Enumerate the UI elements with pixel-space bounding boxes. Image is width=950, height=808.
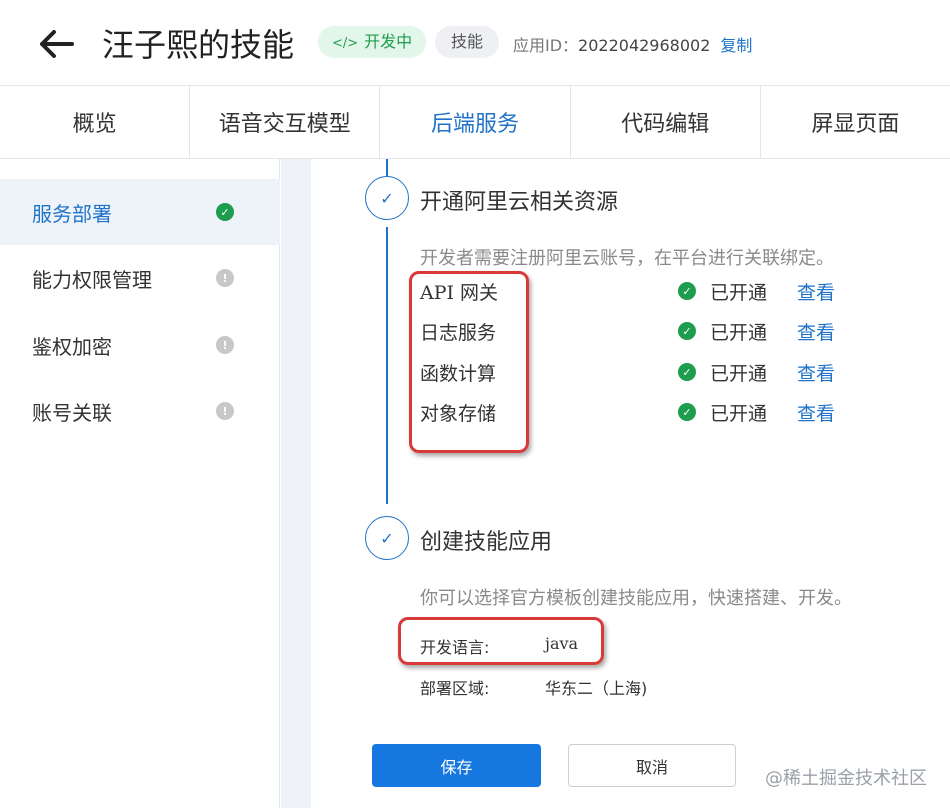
resource-status: 已开通	[710, 322, 768, 344]
view-link[interactable]: 查看	[797, 399, 835, 426]
main-tabs: 概览 语音交互模型 后端服务 代码编辑 屏显页面	[0, 86, 950, 159]
sidebar-item-auth-encryption[interactable]: 鉴权加密 !	[0, 312, 280, 378]
resource-status: 已开通	[710, 363, 768, 385]
view-link[interactable]: 查看	[797, 278, 835, 305]
check-circle-icon: ✓	[678, 363, 696, 381]
status-badge: </> 开发中	[318, 26, 427, 58]
exclamation-circle-icon: !	[216, 269, 234, 287]
copy-link[interactable]: 复制	[720, 36, 752, 55]
exclamation-circle-icon: !	[216, 336, 234, 354]
sidebar: 服务部署 ✓ 能力权限管理 ! 鉴权加密 ! 账号关联 !	[0, 159, 280, 808]
app-id-label: 应用ID：	[513, 36, 579, 55]
sidebar-item-permissions[interactable]: 能力权限管理 !	[0, 245, 280, 311]
save-button[interactable]: 保存	[372, 744, 541, 787]
timeline-connector	[386, 159, 388, 177]
sidebar-item-label: 服务部署	[32, 201, 112, 226]
step-title: 开通阿里云相关资源	[420, 190, 619, 215]
sidebar-item-service-deploy[interactable]: 服务部署 ✓	[0, 179, 280, 245]
view-link[interactable]: 查看	[797, 359, 835, 386]
tab-backend-service[interactable]: 后端服务	[380, 86, 571, 158]
tab-overview[interactable]: 概览	[0, 86, 191, 158]
cancel-button[interactable]: 取消	[568, 744, 736, 787]
app-id: 应用ID：2022042968002 复制	[513, 32, 752, 56]
exclamation-circle-icon: !	[216, 402, 234, 420]
page-title: 汪子熙的技能	[102, 26, 295, 64]
sidebar-item-label: 鉴权加密	[32, 334, 112, 359]
code-icon: </>	[332, 36, 359, 51]
check-circle-icon: ✓	[678, 322, 696, 340]
check-circle-icon: ✓	[678, 403, 696, 421]
step-description: 你可以选择官方模板创建技能应用，快速搭建、开发。	[420, 588, 852, 609]
tab-screen-pages[interactable]: 屏显页面	[760, 86, 950, 158]
step-check-icon: ✓	[365, 176, 409, 220]
step-check-icon: ✓	[365, 516, 409, 560]
step-description: 开发者需要注册阿里云账号，在平台进行关联绑定。	[420, 248, 834, 269]
content-gutter	[281, 159, 311, 808]
tab-voice-model[interactable]: 语音交互模型	[190, 86, 381, 158]
annotation-highlight-box	[409, 271, 529, 453]
view-link[interactable]: 查看	[797, 318, 835, 345]
app-id-value: 2022042968002	[578, 36, 711, 55]
region-label: 部署区域:	[420, 679, 490, 698]
sidebar-item-account-link[interactable]: 账号关联 !	[0, 378, 280, 444]
type-badge: 技能	[435, 26, 500, 58]
watermark-text: @稀土掘金技术社区	[765, 768, 927, 789]
resource-status: 已开通	[710, 282, 768, 304]
sidebar-item-label: 账号关联	[32, 400, 112, 425]
check-circle-icon: ✓	[216, 203, 234, 221]
step-title: 创建技能应用	[420, 530, 553, 555]
resource-status: 已开通	[710, 403, 768, 425]
status-badge-label: 开发中	[364, 32, 413, 51]
tab-code-editor[interactable]: 代码编辑	[570, 86, 761, 158]
sidebar-item-label: 能力权限管理	[32, 267, 152, 292]
back-arrow-icon[interactable]	[36, 24, 76, 64]
check-circle-icon: ✓	[678, 282, 696, 300]
page-header: 汪子熙的技能 </> 开发中 技能 应用ID：2022042968002 复制	[0, 0, 950, 86]
region-value: 华东二（上海)	[545, 679, 648, 698]
annotation-highlight-box	[398, 617, 604, 665]
timeline-connector	[386, 227, 388, 504]
